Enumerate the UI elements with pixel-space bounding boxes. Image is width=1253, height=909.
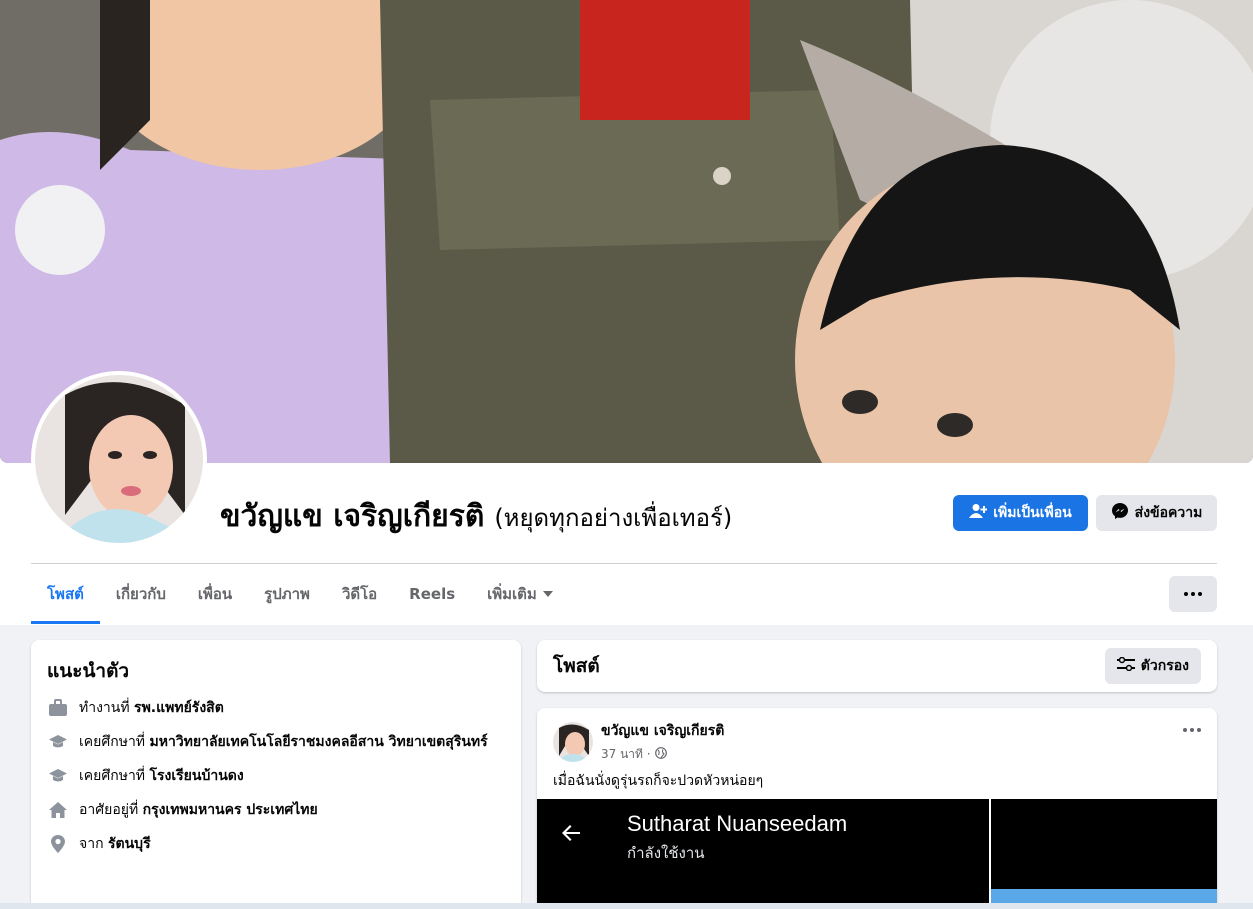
post-media-image-2[interactable] xyxy=(991,799,1217,909)
messenger-icon xyxy=(1111,502,1129,524)
filter-label: ตัวกรอง xyxy=(1140,658,1189,674)
profile-name-row: ขวัญแข เจริญเกียรติ (หยุดทุกอย่างเพื่อเท… xyxy=(220,493,732,540)
profile-tabs: โพสต์ เกี่ยวกับ เพื่อน รูปภาพ วิดีโอ Ree… xyxy=(31,564,569,624)
globe-icon xyxy=(654,747,667,762)
back-arrow-icon xyxy=(559,821,583,849)
intro-item-education-university: เคยศึกษาที่ มหาวิทยาลัยเทคโนโลยีราชมงคลอ… xyxy=(47,732,505,752)
send-message-label: ส่งข้อความ xyxy=(1134,505,1203,521)
post-author-avatar[interactable] xyxy=(553,722,593,762)
home-icon xyxy=(47,800,69,820)
tab-reels-label: Reels xyxy=(409,585,456,603)
bottom-edge xyxy=(0,903,1253,909)
intro-title: แนะนำตัว xyxy=(47,660,130,682)
intro-item-lives-in: อาศัยอยู่ที่ กรุงเทพมหานคร ประเทศไทย xyxy=(47,800,505,820)
post-card: ขวัญแข เจริญเกียรติ 37 นาที · เมื่อฉันนั… xyxy=(537,708,1217,909)
tab-posts[interactable]: โพสต์ xyxy=(31,564,100,624)
tab-photos[interactable]: รูปภาพ xyxy=(248,564,326,624)
cover-photo[interactable] xyxy=(0,0,1253,463)
send-message-button[interactable]: ส่งข้อความ xyxy=(1096,495,1217,531)
intro-item-education-school-text: เคยศึกษาที่ โรงเรียนบ้านดง xyxy=(79,768,244,784)
post-media-image-1[interactable]: Sutharat Nuanseedam กำลังใช้งาน xyxy=(537,799,989,909)
location-pin-icon xyxy=(47,834,69,854)
tab-videos[interactable]: วิดีโอ xyxy=(326,564,393,624)
tab-friends-label: เพื่อน xyxy=(197,585,233,603)
post-meta: 37 นาที · xyxy=(601,745,724,764)
intro-item-from-text: จาก รัตนบุรี xyxy=(79,836,151,852)
profile-avatar[interactable] xyxy=(31,371,207,547)
intro-item-from: จาก รัตนบุรี xyxy=(47,834,505,854)
intro-item-work: ทำงานที่ รพ.แพทย์รังสิต xyxy=(47,698,505,718)
graduation-cap-icon xyxy=(47,732,69,752)
briefcase-icon xyxy=(47,698,69,718)
more-dots-icon xyxy=(1183,728,1201,732)
intro-item-work-text: ทำงานที่ รพ.แพทย์รังสิต xyxy=(79,700,224,716)
tab-friends[interactable]: เพื่อน xyxy=(182,564,248,624)
more-dots-icon xyxy=(1184,592,1202,596)
intro-item-lives-in-text: อาศัยอยู่ที่ กรุงเทพมหานคร ประเทศไทย xyxy=(79,802,318,818)
intro-item-education-school: เคยศึกษาที่ โรงเรียนบ้านดง xyxy=(47,766,505,786)
post-author-name[interactable]: ขวัญแข เจริญเกียรติ xyxy=(601,720,724,742)
filter-icon xyxy=(1116,656,1135,675)
tab-reels[interactable]: Reels xyxy=(393,564,471,624)
tab-videos-label: วิดีโอ xyxy=(341,585,378,603)
profile-more-button[interactable] xyxy=(1169,576,1217,612)
post-time[interactable]: 37 นาที · xyxy=(601,745,651,764)
posts-header-card: โพสต์ ตัวกรอง xyxy=(537,640,1217,692)
intro-card: แนะนำตัว ทำงานที่ รพ.แพทย์รังสิต เคยศึกษ… xyxy=(31,640,521,909)
media-contact-name: Sutharat Nuanseedam xyxy=(627,811,848,836)
add-friend-icon xyxy=(969,503,988,523)
post-media[interactable]: Sutharat Nuanseedam กำลังใช้งาน xyxy=(537,799,1217,909)
profile-alt-name: (หยุดทุกอย่างเพื่อเทอร์) xyxy=(494,504,733,532)
tab-photos-label: รูปภาพ xyxy=(264,585,310,603)
posts-title: โพสต์ xyxy=(553,655,600,677)
media-contact-status: กำลังใช้งาน xyxy=(627,844,705,862)
profile-header: ขวัญแข เจริญเกียรติ (หยุดทุกอย่างเพื่อเท… xyxy=(0,0,1253,625)
intro-item-education-university-text: เคยศึกษาที่ มหาวิทยาลัยเทคโนโลยีราชมงคลอ… xyxy=(79,734,488,750)
tab-more[interactable]: เพิ่มเติม xyxy=(471,564,569,624)
filter-button[interactable]: ตัวกรอง xyxy=(1104,648,1201,684)
tab-more-label: เพิ่มเติม xyxy=(487,585,537,603)
graduation-cap-icon xyxy=(47,766,69,786)
add-friend-button[interactable]: เพิ่มเป็นเพื่อน xyxy=(953,495,1088,531)
caret-down-icon xyxy=(542,591,553,597)
profile-name: ขวัญแข เจริญเกียรติ xyxy=(220,499,485,534)
tab-posts-label: โพสต์ xyxy=(47,585,84,603)
post-text: เมื่อฉันนั่งดูรุ่นรถก็จะปวดหัวหน่อยๆ xyxy=(553,773,764,789)
post-options-button[interactable] xyxy=(1183,728,1201,732)
add-friend-label: เพิ่มเป็นเพื่อน xyxy=(993,505,1072,521)
post-header: ขวัญแข เจริญเกียรติ 37 นาที · xyxy=(553,720,724,764)
tab-about-label: เกี่ยวกับ xyxy=(115,585,166,603)
tab-about[interactable]: เกี่ยวกับ xyxy=(100,564,182,624)
